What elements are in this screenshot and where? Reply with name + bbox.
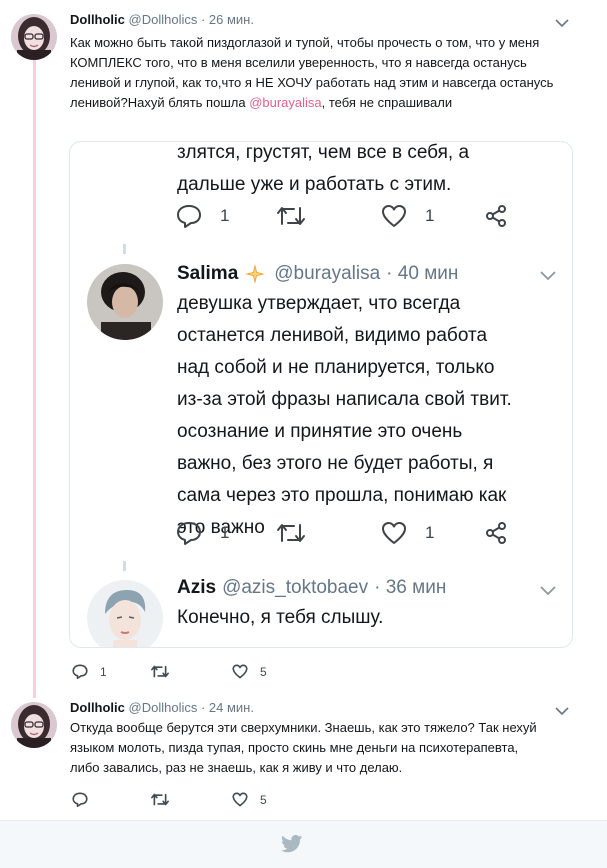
heart-icon bbox=[232, 792, 248, 807]
reply-button[interactable]: 1 bbox=[176, 521, 229, 545]
reply-connector bbox=[123, 244, 126, 254]
timestamp[interactable]: · 40 мин bbox=[386, 263, 458, 285]
tweet-header: Azis @azis_toktobaev · 36 мин bbox=[177, 577, 446, 599]
tweet-2[interactable]: Dollholic @Dollholics · 24 мин. Откуда в… bbox=[0, 690, 607, 820]
timestamp[interactable]: · 24 мин. bbox=[201, 700, 254, 715]
display-name[interactable]: Dollholic bbox=[70, 700, 125, 715]
reply-icon bbox=[177, 522, 201, 545]
display-name[interactable]: Dollholic bbox=[70, 12, 125, 27]
handle[interactable]: @azis_toktobaev bbox=[222, 577, 368, 599]
display-name[interactable]: Salima bbox=[177, 263, 238, 285]
quoted-thread-card[interactable]: злятся, грустят, чем все в себя, а дальш… bbox=[69, 141, 573, 648]
handle[interactable]: @Dollholics bbox=[129, 700, 198, 715]
avatar[interactable] bbox=[11, 14, 57, 60]
heart-icon bbox=[232, 664, 248, 679]
sparkle-badge-icon bbox=[245, 264, 266, 284]
tweet-header: Dollholic @Dollholics · 24 мин. bbox=[70, 700, 254, 715]
avatar[interactable] bbox=[87, 580, 163, 647]
timeline-footer bbox=[0, 820, 607, 868]
mention-link[interactable]: @burayalisa bbox=[249, 95, 321, 110]
retweet-button[interactable] bbox=[276, 204, 306, 228]
share-icon bbox=[486, 205, 506, 227]
salima-tweet-text: девушка утверждает, что всегда останется… bbox=[177, 293, 512, 538]
tweet-header: Salima @burayalisa · 40 мин bbox=[177, 263, 458, 285]
like-button[interactable]: 5 bbox=[232, 792, 267, 807]
retweet-button[interactable] bbox=[150, 664, 170, 679]
salima-tweet-actions: 1 1 bbox=[70, 521, 572, 547]
retweet-icon bbox=[151, 793, 169, 806]
retweet-button[interactable] bbox=[276, 521, 306, 545]
reply-connector bbox=[123, 561, 126, 571]
chevron-down-icon[interactable] bbox=[540, 585, 556, 596]
avatar[interactable] bbox=[11, 702, 57, 748]
reply-button[interactable] bbox=[72, 792, 88, 807]
handle[interactable]: @Dollholics bbox=[129, 12, 198, 27]
handle[interactable]: @burayalisa bbox=[274, 263, 380, 285]
retweet-icon bbox=[151, 665, 169, 678]
tweet-header: Dollholic @Dollholics · 26 мин. bbox=[70, 12, 254, 27]
reply-icon bbox=[72, 792, 88, 807]
like-button[interactable]: 1 bbox=[381, 204, 434, 228]
share-button[interactable] bbox=[484, 204, 508, 228]
like-button[interactable]: 5 bbox=[232, 664, 267, 679]
reply-button[interactable]: 1 bbox=[176, 204, 229, 228]
reply-button[interactable]: 1 bbox=[72, 664, 107, 679]
prev-reply-actions: 1 1 bbox=[70, 204, 572, 230]
like-button[interactable]: 1 bbox=[381, 521, 434, 545]
prev-reply-text: злятся, грустят, чем все в себя, а дальш… bbox=[177, 142, 470, 195]
tweet-text: Как можно быть такой пиздоглазой и тупой… bbox=[70, 35, 554, 110]
retweet-icon bbox=[277, 524, 305, 542]
heart-icon bbox=[382, 522, 406, 544]
timestamp[interactable]: · 36 мин bbox=[374, 577, 446, 599]
chevron-down-icon[interactable] bbox=[540, 270, 556, 281]
tweet-text: Откуда вообще берутся эти сверхумники. З… bbox=[70, 720, 537, 775]
share-icon bbox=[486, 522, 506, 544]
twitter-bird-icon bbox=[281, 835, 303, 853]
tweet-1[interactable]: Dollholic @Dollholics · 26 мин. Как можн… bbox=[0, 0, 607, 690]
reply-icon bbox=[177, 205, 201, 228]
retweet-button[interactable] bbox=[150, 792, 170, 807]
chevron-down-icon[interactable] bbox=[555, 706, 569, 716]
azis-tweet-text: Конечно, я тебя слышу. bbox=[177, 607, 384, 628]
heart-icon bbox=[382, 205, 406, 227]
timestamp[interactable]: · 26 мин. bbox=[201, 12, 254, 27]
share-button[interactable] bbox=[484, 521, 508, 545]
reply-icon bbox=[72, 664, 88, 679]
retweet-icon bbox=[277, 207, 305, 225]
avatar[interactable] bbox=[87, 264, 163, 340]
display-name[interactable]: Azis bbox=[177, 577, 216, 599]
chevron-down-icon[interactable] bbox=[555, 18, 569, 28]
